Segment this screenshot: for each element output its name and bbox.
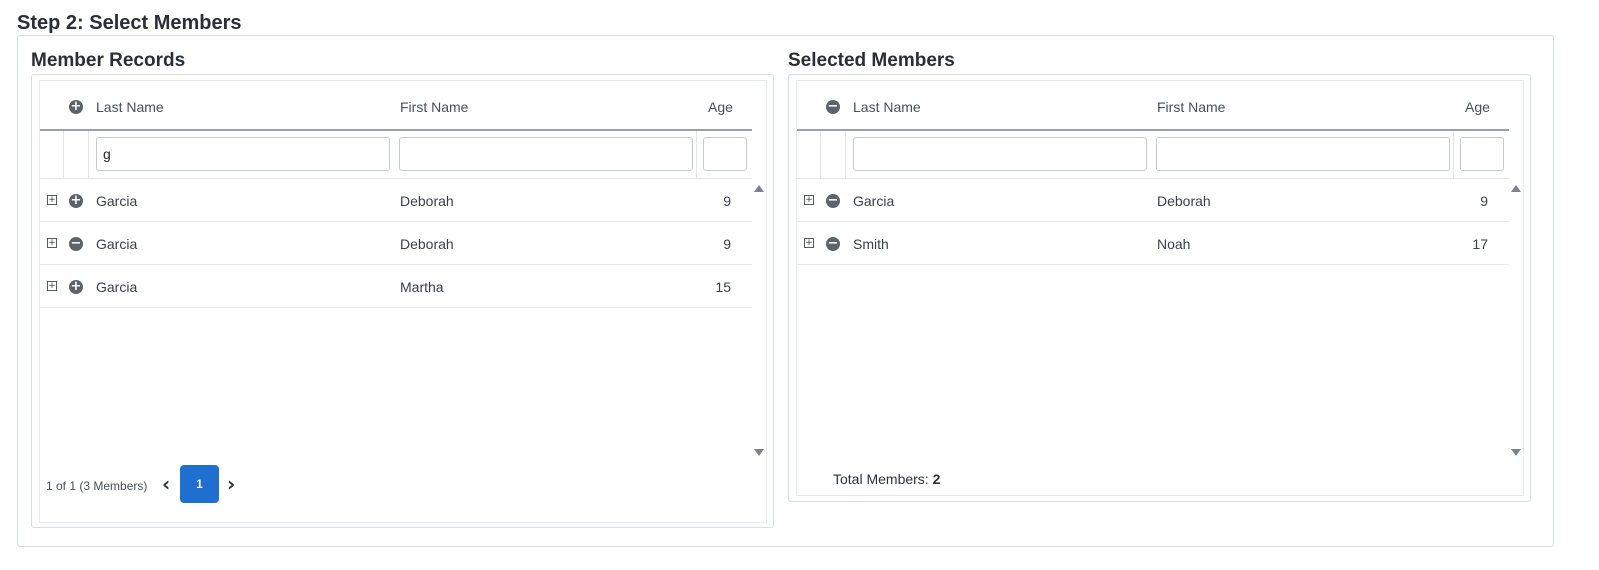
table-row[interactable]: + + Garcia Martha 15	[40, 265, 752, 308]
total-members: Total Members: 2	[833, 471, 940, 487]
cell-first-name: Noah	[1157, 236, 1191, 252]
header-first-name[interactable]: First Name	[1157, 99, 1225, 115]
cell-age: 9	[723, 193, 731, 209]
cell-last-name: Garcia	[853, 193, 895, 209]
total-members-value: 2	[932, 471, 941, 487]
cell-age: 9	[723, 236, 731, 252]
cell-last-name: Smith	[853, 236, 889, 252]
records-filter-row	[40, 131, 752, 179]
scroll-up-icon[interactable]	[1511, 185, 1521, 192]
scroll-up-icon[interactable]	[754, 185, 764, 192]
total-members-label: Total Members:	[833, 471, 929, 487]
member-records-panel: + Last Name First Name Age + +	[31, 74, 774, 528]
last-name-filter-input[interactable]	[853, 137, 1147, 171]
header-first-name[interactable]: First Name	[400, 99, 468, 115]
page-1-button[interactable]: 1	[180, 465, 219, 503]
expand-icon[interactable]: +	[47, 195, 57, 205]
first-name-filter-input[interactable]	[1156, 137, 1450, 171]
expand-icon[interactable]: +	[47, 281, 57, 291]
table-row[interactable]: + − Garcia Deborah 9	[797, 179, 1509, 222]
cell-first-name: Deborah	[1157, 193, 1211, 209]
pager-info: 1 of 1 (3 Members)	[46, 479, 148, 493]
expand-icon[interactable]: +	[804, 195, 814, 205]
age-filter-input[interactable]	[1460, 137, 1504, 171]
remove-member-icon[interactable]: −	[826, 194, 840, 208]
expand-icon[interactable]: +	[47, 238, 57, 248]
last-name-filter-input[interactable]	[96, 137, 390, 171]
header-age[interactable]: Age	[708, 99, 733, 115]
age-filter-input[interactable]	[703, 137, 747, 171]
member-records-title: Member Records	[31, 50, 186, 71]
selected-members-title: Selected Members	[788, 50, 955, 71]
expand-icon[interactable]: +	[804, 238, 814, 248]
table-row[interactable]: + − Garcia Deborah 9	[40, 222, 752, 265]
records-body: + + Garcia Deborah 9 + − Garcia Deborah …	[40, 179, 752, 308]
add-member-icon[interactable]: +	[69, 194, 83, 208]
remove-member-icon[interactable]: −	[826, 237, 840, 251]
scroll-down-icon[interactable]	[1511, 449, 1521, 456]
member-records-grid: + Last Name First Name Age + +	[39, 80, 767, 523]
add-member-icon[interactable]: +	[69, 280, 83, 294]
records-header: + Last Name First Name Age	[40, 81, 752, 131]
cell-age: 15	[715, 279, 731, 295]
first-name-filter-input[interactable]	[399, 137, 693, 171]
header-age[interactable]: Age	[1465, 99, 1490, 115]
table-row[interactable]: + − Smith Noah 17	[797, 222, 1509, 265]
scroll-down-icon[interactable]	[754, 449, 764, 456]
remove-member-icon[interactable]: −	[69, 237, 83, 251]
cell-first-name: Martha	[400, 279, 444, 295]
selected-header: − Last Name First Name Age	[797, 81, 1509, 131]
selected-members-grid: − Last Name First Name Age + − Garcia De…	[796, 80, 1524, 496]
cell-first-name: Deborah	[400, 236, 454, 252]
step-title: Step 2: Select Members	[17, 12, 242, 34]
cell-last-name: Garcia	[96, 236, 138, 252]
selected-members-panel: − Last Name First Name Age + − Garcia De…	[788, 74, 1531, 502]
selected-body: + − Garcia Deborah 9 + − Smith Noah 17	[797, 179, 1509, 265]
cell-age: 17	[1472, 236, 1488, 252]
table-row[interactable]: + + Garcia Deborah 9	[40, 179, 752, 222]
header-last-name[interactable]: Last Name	[96, 99, 164, 115]
header-last-name[interactable]: Last Name	[853, 99, 921, 115]
add-all-icon[interactable]: +	[69, 100, 83, 114]
step-container: Member Records + Last Name First Name Ag…	[17, 35, 1554, 547]
selected-filter-row	[797, 131, 1509, 179]
chevron-right-icon[interactable]: ›	[227, 472, 235, 496]
cell-age: 9	[1480, 193, 1488, 209]
chevron-left-icon[interactable]: ‹	[162, 472, 170, 496]
cell-last-name: Garcia	[96, 279, 138, 295]
cell-last-name: Garcia	[96, 193, 138, 209]
remove-all-icon[interactable]: −	[826, 100, 840, 114]
cell-first-name: Deborah	[400, 193, 454, 209]
